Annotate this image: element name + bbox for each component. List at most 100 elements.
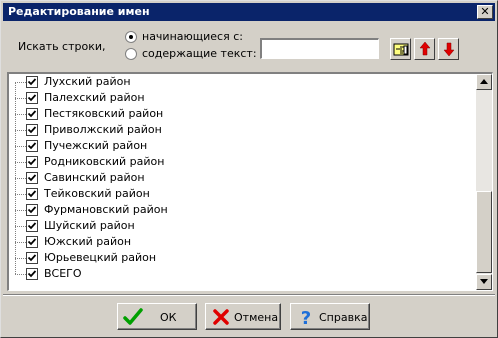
list-item[interactable]: Приволжский район (9, 114, 479, 138)
item-label: Савинский район (44, 171, 145, 184)
scroll-thumb[interactable] (476, 191, 492, 273)
checkmark-icon (27, 158, 37, 166)
checkmark-icon (27, 126, 37, 134)
checkmark-icon (27, 254, 37, 262)
help-button[interactable]: ? Справка (290, 303, 370, 330)
svg-text:?: ? (301, 308, 311, 327)
tree-line-horizontal (15, 242, 26, 243)
dialog-window: Редактирование имен ✕ Искать строки, нач… (0, 0, 498, 338)
item-label: Палехский район (44, 91, 145, 104)
checkmark-icon (27, 222, 37, 230)
list-item[interactable]: Южский район (9, 226, 479, 250)
item-checkbox[interactable] (26, 124, 38, 136)
item-label: Пестяковский район (44, 107, 164, 120)
item-checkbox[interactable] (26, 156, 38, 168)
radio-starts-with-label[interactable]: начинающиеся с: (142, 30, 243, 43)
item-checkbox[interactable] (26, 188, 38, 200)
checkmark-icon (27, 174, 37, 182)
item-label: Юрьевецкий район (44, 251, 157, 264)
title-bar[interactable]: Редактирование имен ✕ (3, 3, 495, 21)
tree-line-vertical (15, 146, 16, 162)
tree-line-horizontal (15, 130, 26, 131)
tree-line-vertical (15, 178, 16, 194)
radio-starts-with[interactable] (125, 31, 137, 43)
names-list[interactable]: Лухский район Палехский район Пестяковский… (7, 72, 493, 291)
ok-button-label: ОК (160, 311, 177, 324)
tree-line-horizontal (15, 226, 26, 227)
item-label: Пучежский район (44, 139, 148, 152)
list-item[interactable]: Юрьевецкий район (9, 242, 479, 266)
tree-line-vertical (15, 242, 16, 258)
item-label: Тейковский район (44, 187, 150, 200)
tree-line-horizontal (15, 114, 26, 115)
checkmark-icon (27, 238, 37, 246)
cancel-button-label: Отмена (234, 311, 279, 324)
tree-line-vertical (15, 226, 16, 242)
item-checkbox[interactable] (26, 268, 38, 280)
vertical-scrollbar[interactable] (476, 74, 492, 290)
tree-line-horizontal (15, 274, 26, 275)
item-checkbox[interactable] (26, 140, 38, 152)
close-icon: ✕ (480, 5, 490, 18)
checkmark-icon (27, 110, 37, 118)
item-checkbox[interactable] (26, 76, 38, 88)
scroll-up-button[interactable] (476, 74, 492, 90)
scroll-up-arrow-icon (480, 79, 488, 84)
item-label: ВСЕГО (44, 267, 82, 280)
list-item[interactable]: Савинский район (9, 162, 479, 186)
tree-line-vertical (15, 194, 16, 210)
close-button[interactable]: ✕ (477, 5, 493, 19)
tree-line-horizontal (15, 82, 26, 83)
tree-line-horizontal (15, 146, 26, 147)
ok-button[interactable]: ОК (117, 303, 197, 330)
search-label: Искать строки, (18, 40, 106, 53)
tree-line-vertical (15, 130, 16, 146)
list-item[interactable]: Пучежский район (9, 130, 479, 154)
item-checkbox[interactable] (26, 172, 38, 184)
find-button[interactable] (390, 38, 411, 60)
list-item[interactable]: Родниковский район (9, 146, 479, 170)
list-item[interactable]: Пестяковский район (9, 98, 479, 122)
item-label: Фурмановский район (44, 203, 168, 216)
item-checkbox[interactable] (26, 252, 38, 264)
tree-line-horizontal (15, 258, 26, 259)
list-item[interactable]: Фурмановский район (9, 194, 479, 218)
item-checkbox[interactable] (26, 204, 38, 216)
tree-line-vertical (15, 98, 16, 114)
find-next-button[interactable] (438, 38, 459, 60)
search-input[interactable] (260, 38, 379, 59)
find-previous-button[interactable] (414, 38, 435, 60)
list-item[interactable]: ВСЕГО (9, 258, 479, 282)
hand-pointer-icon (393, 43, 409, 56)
scroll-down-button[interactable] (476, 274, 492, 290)
item-checkbox[interactable] (26, 220, 38, 232)
scroll-down-arrow-icon (480, 279, 488, 284)
checkmark-icon (27, 142, 37, 150)
tree-line-vertical (15, 258, 16, 274)
x-mark-icon (213, 309, 229, 325)
checkmark-icon (27, 190, 37, 198)
radio-contains-label[interactable]: содержащие текст: (142, 47, 257, 60)
item-label: Лухский район (44, 75, 131, 88)
radio-contains[interactable] (125, 48, 137, 60)
item-checkbox[interactable] (26, 236, 38, 248)
item-checkbox[interactable] (26, 92, 38, 104)
button-bar-divider (3, 294, 495, 296)
arrow-up-icon (419, 41, 431, 56)
list-item[interactable]: Палехский район (9, 82, 479, 106)
item-checkbox[interactable] (26, 108, 38, 120)
list-item[interactable]: Шуйский район (9, 210, 479, 234)
question-mark-icon: ? (301, 308, 311, 327)
item-label: Родниковский район (44, 155, 165, 168)
list-item[interactable]: Лухский район (9, 74, 479, 90)
tree-line-horizontal (15, 178, 26, 179)
checkmark-icon (27, 94, 37, 102)
tree-line-vertical (15, 210, 16, 226)
cancel-button[interactable]: Отмена (205, 303, 281, 330)
window-title: Редактирование имен (8, 5, 150, 18)
checkmark-icon (27, 206, 37, 214)
list-item[interactable]: Тейковский район (9, 178, 479, 202)
item-label: Шуйский район (44, 219, 135, 232)
checkmark-icon (27, 78, 37, 86)
item-label: Приволжский район (44, 123, 162, 136)
